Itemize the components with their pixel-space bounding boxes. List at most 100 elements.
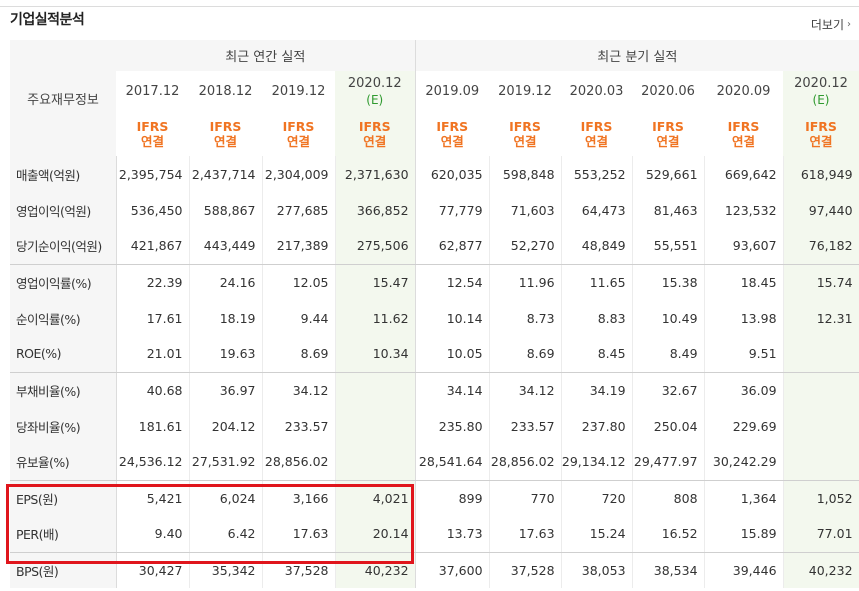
value-cell: 36.09 [704,372,784,408]
basis-header: IFRS 연결 [489,112,562,156]
value-cell: 217,389 [262,228,336,265]
value-cell: 55,551 [632,228,705,265]
basis-ifrs: IFRS [652,119,684,134]
value-cell: 2,395,754 [116,156,190,192]
value-cell: 21.01 [116,336,190,373]
row-header-title: 주요재무정보 [10,40,116,156]
value-cell: 40,232 [783,552,859,588]
basis-consolidated: 연결 [363,134,387,149]
value-cell: 48,849 [561,228,633,265]
value-cell: 277,685 [262,192,336,228]
period-label: 2020.12 [347,75,402,91]
section-header: 기업실적분석 더보기 › [0,0,859,40]
value-cell: 8.69 [489,336,562,373]
value-cell: 1,052 [783,480,859,516]
row-label: 부채비율(%) [10,372,117,408]
value-cell: 20.14 [335,516,416,553]
value-cell: 15.47 [335,264,416,300]
basis-ifrs: IFRS [282,119,315,134]
value-cell: 1,364 [704,480,784,516]
value-cell: 808 [632,480,705,516]
value-cell: 8.49 [632,336,705,373]
value-cell: 2,437,714 [189,156,263,192]
table-row: 당좌비율(%) 181.61 204.12 233.57 235.80 233.57 237… [10,408,859,444]
table-row: 영업이익률(%) 22.39 24.16 12.05 15.47 12.54 11.96 11… [10,264,859,300]
value-cell: 62,877 [415,228,490,265]
row-label: PER(배) [10,516,117,553]
basis-header: IFRS 연결 [783,112,859,156]
row-label: 매출액(억원) [10,156,117,192]
value-cell: 618,949 [783,156,859,192]
basis-consolidated: 연결 [585,134,609,149]
value-cell: 8.73 [489,300,562,336]
value-cell: 34.12 [489,372,562,408]
value-cell: 2,304,009 [262,156,336,192]
value-cell: 275,506 [335,228,416,265]
basis-consolidated: 연결 [513,134,537,149]
table-row: ROE(%) 21.01 19.63 8.69 10.34 10.05 8.69 8.45 8.… [10,336,859,373]
row-label: BPS(원) [10,552,117,588]
value-cell: 93,607 [704,228,784,265]
period-header: 2018.12 [189,71,262,112]
value-cell: 8.69 [262,336,336,373]
basis-ifrs: IFRS [209,119,242,134]
basis-header: IFRS 연결 [262,112,335,156]
basis-ifrs: IFRS [509,119,541,134]
more-link[interactable]: 더보기 › [811,16,851,33]
basis-consolidated: 연결 [656,134,680,149]
value-cell: 233.57 [489,408,562,444]
table-row: 부채비율(%) 40.68 36.97 34.12 34.14 34.12 34.19 32.… [10,372,859,408]
value-cell: 12.31 [783,300,859,336]
basis-ifrs: IFRS [358,119,391,134]
value-cell: 34.19 [561,372,633,408]
row-label: 순이익률(%) [10,300,117,336]
basis-header: IFRS 연결 [415,112,490,156]
value-cell: 24,536.12 [116,444,190,481]
period-label: 2018.12 [198,83,253,99]
value-cell: 8.83 [561,300,633,336]
row-label: 영업이익(억원) [10,192,117,228]
value-cell: 536,450 [116,192,190,228]
value-cell: 32.67 [632,372,705,408]
value-cell [783,444,859,481]
period-header: 2019.12 [489,71,562,112]
value-cell: 77,779 [415,192,490,228]
value-cell: 18.45 [704,264,784,300]
value-cell: 24.16 [189,264,263,300]
more-label[interactable]: 더보기 [811,16,844,33]
period-header: 2020.12 (E) [335,71,416,112]
row-label: ROE(%) [10,336,117,373]
value-cell [783,408,859,444]
value-cell: 9.44 [262,300,336,336]
value-cell: 233.57 [262,408,336,444]
value-cell: 553,252 [561,156,633,192]
basis-consolidated: 연결 [440,134,464,149]
value-cell: 250.04 [632,408,705,444]
value-cell: 27,531.92 [189,444,263,481]
value-cell [335,444,416,481]
value-cell [335,408,416,444]
value-cell: 9.40 [116,516,190,553]
basis-consolidated: 연결 [732,134,756,149]
value-cell: 10.49 [632,300,705,336]
value-cell: 10.05 [415,336,490,373]
value-cell: 10.34 [335,336,416,373]
value-cell: 235.80 [415,408,490,444]
basis-consolidated: 연결 [809,134,833,149]
value-cell: 4,021 [335,480,416,516]
period-label: 2019.12 [498,83,552,99]
period-label: 2020.12 [794,75,848,91]
row-label: 당기순이익(억원) [10,228,117,265]
value-cell: 29,134.12 [561,444,633,481]
value-cell: 588,867 [189,192,263,228]
value-cell: 421,867 [116,228,190,265]
value-cell: 77.01 [783,516,859,553]
value-cell: 11.65 [561,264,633,300]
basis-header: IFRS 연결 [632,112,705,156]
value-cell: 8.45 [561,336,633,373]
basis-header: IFRS 연결 [704,112,784,156]
basis-ifrs: IFRS [136,119,169,134]
period-header: 2020.06 [632,71,705,112]
value-cell: 15.38 [632,264,705,300]
value-cell: 15.89 [704,516,784,553]
